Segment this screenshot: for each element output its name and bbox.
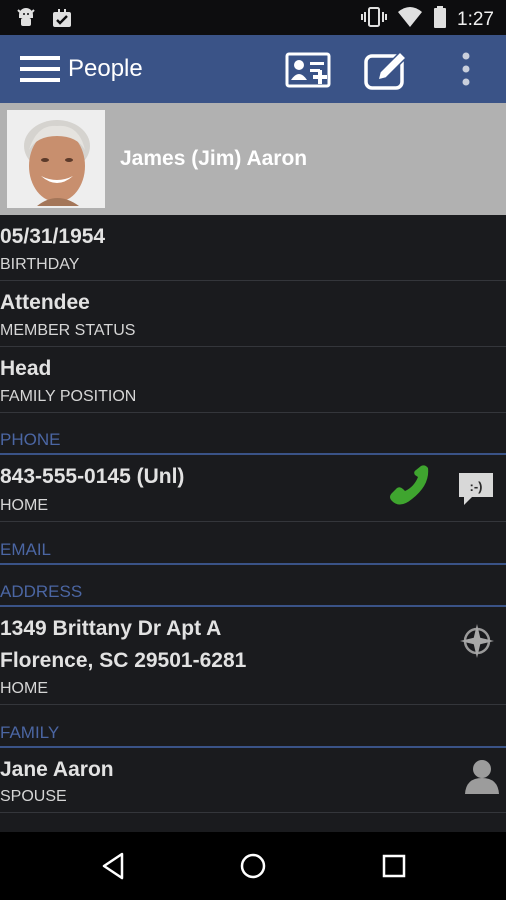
profile-name: James (Jim) Aaron bbox=[120, 147, 308, 170]
section-header-phone: PHONE bbox=[0, 413, 506, 455]
call-button[interactable] bbox=[384, 465, 430, 511]
detail-row-member-status: Attendee MEMBER STATUS bbox=[0, 281, 506, 347]
phone-call-icon bbox=[384, 465, 430, 515]
view-person-button[interactable] bbox=[462, 756, 502, 796]
overflow-icon bbox=[452, 52, 480, 96]
recents-button[interactable] bbox=[381, 853, 407, 879]
family-member-name: Jane Aaron bbox=[0, 758, 114, 781]
map-directions-button[interactable] bbox=[458, 622, 496, 660]
phone-number: 843-555-0145 (Unl) bbox=[0, 465, 185, 488]
person-icon bbox=[462, 760, 502, 800]
phone-label: HOME bbox=[0, 497, 48, 514]
address-line1: 1349 Brittany Dr Apt A bbox=[0, 617, 222, 640]
address-line2: Florence, SC 29501-6281 bbox=[0, 649, 247, 672]
battery-icon bbox=[433, 5, 447, 34]
home-circle-icon bbox=[239, 853, 267, 884]
back-button[interactable] bbox=[100, 852, 128, 880]
family-member-relation: SPOUSE bbox=[0, 788, 67, 805]
section-header-family: FAMILY bbox=[0, 705, 506, 748]
app-title: People bbox=[68, 55, 143, 82]
profile-photo[interactable] bbox=[7, 110, 105, 208]
svg-text::-): :-) bbox=[470, 479, 483, 494]
compass-icon bbox=[458, 624, 496, 664]
member-status-value: Attendee bbox=[0, 291, 90, 314]
edit-icon bbox=[360, 50, 414, 96]
family-position-label: FAMILY POSITION bbox=[0, 388, 137, 405]
birthday-value: 05/31/1954 bbox=[0, 225, 106, 248]
section-header-address: ADDRESS bbox=[0, 564, 506, 607]
download-done-icon bbox=[50, 6, 74, 35]
wifi-icon bbox=[397, 6, 423, 33]
clock-time: 1:27 bbox=[457, 8, 494, 30]
menu-icon[interactable] bbox=[20, 53, 60, 85]
home-button[interactable] bbox=[239, 852, 267, 880]
android-debug-icon bbox=[14, 6, 38, 35]
sms-bubble-icon: :-) bbox=[456, 473, 496, 514]
section-header-email: EMAIL bbox=[0, 522, 506, 565]
member-status-label: MEMBER STATUS bbox=[0, 322, 136, 339]
profile-header: James (Jim) Aaron bbox=[0, 103, 506, 215]
detail-row-birthday: 05/31/1954 BIRTHDAY bbox=[0, 215, 506, 281]
add-contact-icon bbox=[282, 52, 336, 96]
add-contact-button[interactable] bbox=[282, 48, 336, 92]
address-section-title: ADDRESS bbox=[0, 582, 83, 601]
address-row[interactable]: 1349 Brittany Dr Apt A Florence, SC 2950… bbox=[0, 607, 506, 705]
family-section-title: FAMILY bbox=[0, 723, 60, 742]
app-bar: People bbox=[0, 35, 506, 103]
system-nav-bar bbox=[0, 832, 506, 900]
recents-square-icon bbox=[381, 854, 407, 883]
phone-section-title: PHONE bbox=[0, 430, 61, 449]
overflow-menu-button[interactable] bbox=[452, 48, 480, 92]
birthday-label: BIRTHDAY bbox=[0, 256, 80, 273]
address-label: HOME bbox=[0, 680, 48, 697]
phone-row[interactable]: 843-555-0145 (Unl) HOME :-) bbox=[0, 455, 506, 522]
send-sms-button[interactable]: :-) bbox=[456, 470, 496, 510]
edit-button[interactable] bbox=[360, 48, 414, 92]
vibrate-icon bbox=[361, 5, 388, 34]
detail-row-family-position: Head FAMILY POSITION bbox=[0, 347, 506, 413]
status-bar: 1:27 bbox=[0, 0, 506, 35]
family-member-row[interactable]: Jane Aaron SPOUSE bbox=[0, 748, 506, 813]
email-section-title: EMAIL bbox=[0, 540, 52, 559]
family-position-value: Head bbox=[0, 357, 52, 380]
back-triangle-icon bbox=[100, 852, 128, 884]
